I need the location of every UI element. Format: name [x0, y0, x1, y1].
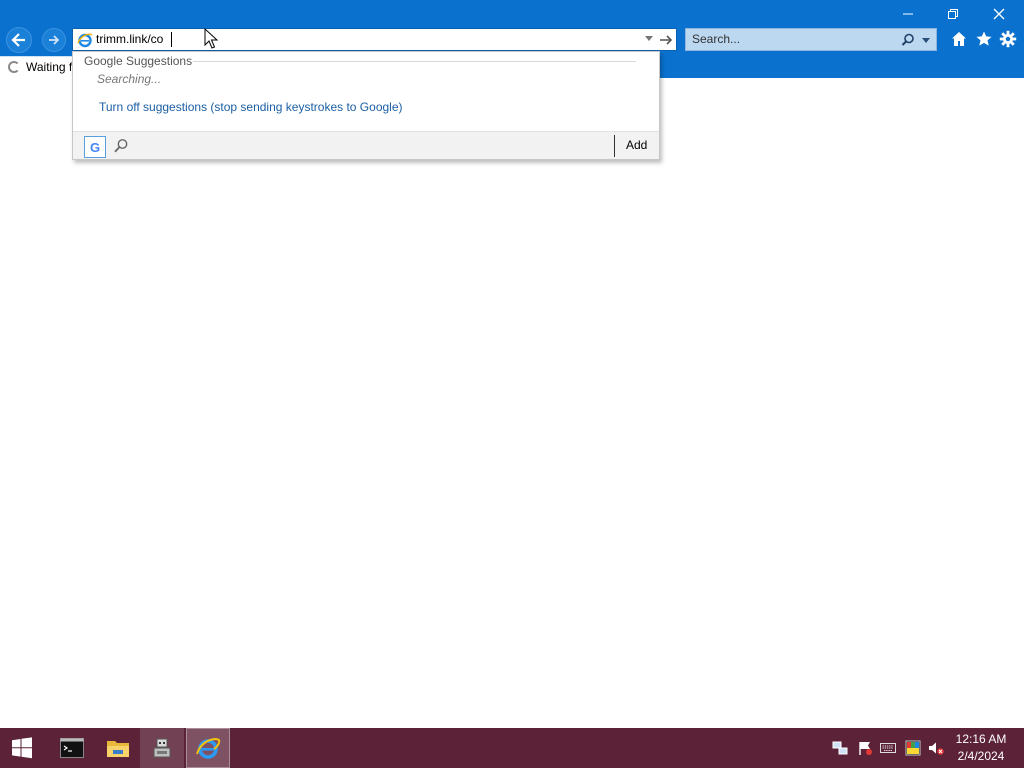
taskbar-internet-explorer[interactable]: [186, 728, 230, 768]
back-arrow-icon: [11, 33, 25, 47]
favorites-star-icon[interactable]: [975, 30, 993, 48]
tab-title: Waiting for: [26, 60, 76, 74]
network-icon[interactable]: [832, 740, 848, 756]
command-prompt-icon: [60, 738, 84, 758]
footer-divider: [614, 135, 615, 157]
taskbar-command-prompt[interactable]: [50, 728, 94, 768]
browser-tab[interactable]: Waiting for: [0, 56, 80, 78]
internet-explorer-icon: [196, 738, 221, 759]
system-clock[interactable]: 12:16 AM 2/4/2024: [948, 731, 1014, 765]
robot-icon: [153, 738, 171, 758]
forward-button[interactable]: [42, 28, 66, 52]
text-caret: [171, 32, 172, 47]
taskbar-file-explorer[interactable]: [96, 728, 140, 768]
heading-divider: [193, 61, 636, 62]
clock-time: 12:16 AM: [955, 732, 1007, 746]
taskbar: 12:16 AM 2/4/2024: [0, 728, 1024, 768]
clock-date: 2/4/2024: [957, 749, 1005, 763]
search-icon[interactable]: [901, 33, 915, 47]
address-dropdown-icon[interactable]: [645, 36, 653, 41]
go-arrow-icon[interactable]: [658, 32, 674, 48]
restore-icon: [948, 9, 958, 19]
action-center-flag-icon[interactable]: [857, 740, 873, 756]
search-input[interactable]: [692, 29, 892, 50]
back-button[interactable]: [6, 27, 32, 53]
suggestions-heading: Google Suggestions: [84, 54, 193, 68]
folder-icon: [107, 741, 129, 757]
google-provider-icon[interactable]: G: [84, 136, 106, 158]
search-provider-dropdown-icon[interactable]: [922, 38, 930, 43]
add-provider-button[interactable]: Add: [626, 138, 647, 152]
forward-arrow-icon: [49, 35, 60, 45]
close-icon: [993, 8, 1005, 20]
loading-spinner-icon: [8, 61, 20, 73]
close-button[interactable]: [988, 4, 1010, 24]
restore-button[interactable]: [942, 4, 964, 24]
gear-icon[interactable]: [999, 30, 1017, 48]
keyboard-icon[interactable]: [880, 740, 896, 756]
start-button[interactable]: [0, 728, 44, 768]
windows-logo-icon: [12, 737, 32, 759]
search-box[interactable]: [685, 28, 937, 51]
color-profile-icon[interactable]: [905, 740, 921, 756]
internet-explorer-icon: [77, 33, 93, 48]
search-icon[interactable]: [113, 138, 129, 154]
address-input[interactable]: [96, 29, 636, 50]
home-icon[interactable]: [950, 30, 968, 48]
mouse-pointer-icon: [204, 28, 218, 49]
turn-off-suggestions-link[interactable]: Turn off suggestions (stop sending keyst…: [99, 100, 403, 114]
minimize-icon: [903, 13, 913, 15]
address-bar[interactable]: [72, 28, 677, 51]
taskbar-robot-app[interactable]: [140, 728, 184, 768]
search-provider-bar: G Add: [73, 131, 659, 159]
volume-muted-icon[interactable]: [928, 740, 944, 756]
suggestions-status: Searching...: [97, 72, 162, 86]
provider-letter: G: [89, 139, 101, 155]
minimize-button[interactable]: [897, 4, 919, 24]
address-suggestions-dropdown: Google Suggestions Searching... Turn off…: [72, 51, 660, 160]
